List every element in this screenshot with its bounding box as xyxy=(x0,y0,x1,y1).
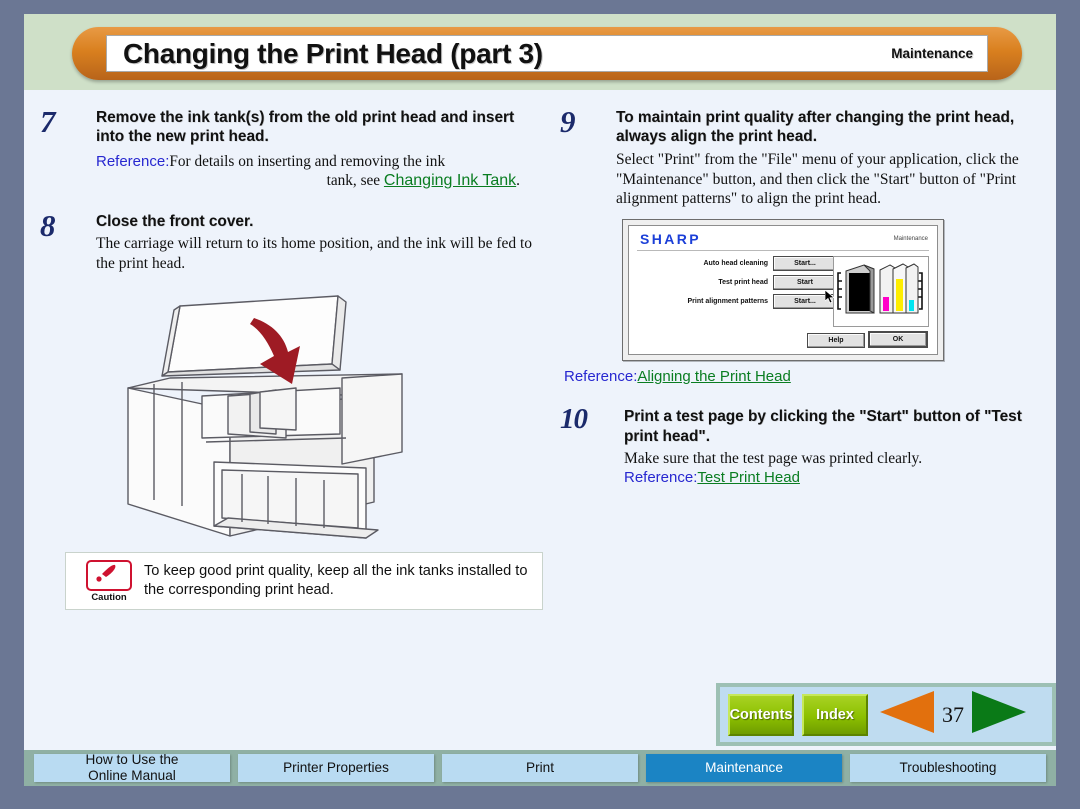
step-10-title: Print a test page by clicking the "Start… xyxy=(624,408,1022,445)
index-button[interactable]: Index xyxy=(802,693,868,736)
title-capsule: Changing the Print Head (part 3) Mainten… xyxy=(72,27,1022,80)
reference-label: Reference: xyxy=(96,152,170,170)
caution-text: To keep good print quality, keep all the… xyxy=(144,562,528,598)
sharp-logo: SHARP xyxy=(640,231,702,248)
dialog-help-button[interactable]: Help xyxy=(807,333,865,349)
right-column: 9 To maintain print quality after changi… xyxy=(560,90,1052,488)
title-banner: Changing the Print Head (part 3) Mainten… xyxy=(106,35,988,72)
mouse-cursor-icon xyxy=(824,289,836,310)
manual-page: Changing the Print Head (part 3) Mainten… xyxy=(24,14,1056,786)
page-number: 37 xyxy=(942,701,964,727)
auto-head-cleaning-label: Auto head cleaning xyxy=(703,260,768,268)
page-title: Changing the Print Head (part 3) xyxy=(123,37,543,69)
tab-label: Maintenance xyxy=(705,759,783,775)
tab-printer-properties[interactable]: Printer Properties xyxy=(238,754,434,782)
step-10: 10 Print a test page by clicking the "St… xyxy=(560,403,1052,486)
step-9-number: 9 xyxy=(560,104,576,139)
dialog-section-label: Maintenance xyxy=(893,236,928,243)
dialog-ok-button[interactable]: OK xyxy=(868,331,928,349)
content-area: 7 Remove the ink tank(s) from the old pr… xyxy=(24,90,1056,650)
step-7-reference: Reference: For details on inserting and … xyxy=(96,152,540,172)
tab-label: Troubleshooting xyxy=(899,759,997,775)
contents-button[interactable]: Contents xyxy=(728,693,794,736)
step-8-description: The carriage will return to its home pos… xyxy=(96,235,533,272)
reference-label-10: Reference: xyxy=(624,468,698,486)
step-9-reference: Reference:Aligning the Print Head xyxy=(564,368,1052,385)
tab-label-line2: Online Manual xyxy=(88,768,176,783)
reference-label-9: Reference: xyxy=(564,368,638,386)
reference-period: . xyxy=(516,171,520,189)
tab-label-line1: How to Use the xyxy=(85,751,179,767)
reference-text-2: tank, see xyxy=(326,171,384,189)
step-9-description: Select "Print" from the "File" menu of y… xyxy=(616,150,1019,208)
step-7-number: 7 xyxy=(40,104,56,139)
navigation-bar: Contents Index 37 xyxy=(716,683,1056,746)
step-7-title: Remove the ink tank(s) from the old prin… xyxy=(96,109,515,146)
dialog-row-auto-head-cleaning: Auto head cleaning Start... xyxy=(637,256,837,272)
header-section-label: Maintenance xyxy=(891,46,973,61)
maintenance-dialog-screenshot: SHARP Maintenance Auto head cleaning Sta… xyxy=(622,219,944,362)
section-tab-bar: How to Use the Online Manual Printer Pro… xyxy=(24,750,1056,786)
left-column: 7 Remove the ink tank(s) from the old pr… xyxy=(40,90,543,610)
step-8-number: 8 xyxy=(40,207,56,243)
step-7-reference-cont: tank, see Changing Ink Tank. xyxy=(96,172,540,190)
test-print-head-label: Test print head xyxy=(718,279,768,287)
link-aligning-the-print-head[interactable]: Aligning the Print Head xyxy=(637,368,790,385)
dialog-inner: SHARP Maintenance Auto head cleaning Sta… xyxy=(628,225,938,356)
step-10-reference: Reference:Test Print Head xyxy=(624,469,1052,486)
printer-illustration xyxy=(110,292,440,542)
contents-button-label: Contents xyxy=(729,706,793,723)
index-button-label: Index xyxy=(816,706,854,723)
link-test-print-head[interactable]: Test Print Head xyxy=(697,469,800,486)
caution-box: Caution To keep good print quality, keep… xyxy=(65,552,543,610)
link-changing-ink-tank[interactable]: Changing Ink Tank xyxy=(384,172,516,189)
reference-text: For details on inserting and removing th… xyxy=(169,152,446,170)
test-print-head-start-button[interactable]: Start xyxy=(773,275,837,291)
step-9: 9 To maintain print quality after changi… xyxy=(560,104,1052,209)
dialog-row-print-alignment-patterns: Print alignment patterns Start... xyxy=(637,294,837,310)
page-header-band: Changing the Print Head (part 3) Mainten… xyxy=(24,14,1056,90)
previous-page-arrow-icon[interactable] xyxy=(878,690,936,739)
next-page-arrow-icon[interactable] xyxy=(970,690,1028,739)
dialog-options: Auto head cleaning Start... Test print h… xyxy=(637,256,837,313)
tab-troubleshooting[interactable]: Troubleshooting xyxy=(850,754,1046,782)
step-7: 7 Remove the ink tank(s) from the old pr… xyxy=(40,104,540,190)
step-10-number: 10 xyxy=(560,403,588,436)
caution-icon: Caution xyxy=(82,559,136,603)
tab-maintenance[interactable]: Maintenance xyxy=(646,754,842,782)
ink-tank-preview xyxy=(833,256,929,328)
caution-label: Caution xyxy=(91,591,127,603)
step-8: 8 Close the front cover. The carriage wi… xyxy=(40,208,540,274)
step-10-description: Make sure that the test page was printed… xyxy=(624,450,923,468)
tab-label: Print xyxy=(526,759,554,775)
dialog-divider xyxy=(637,250,929,252)
step-9-title: To maintain print quality after changing… xyxy=(616,109,1015,146)
step-8-title: Close the front cover. xyxy=(96,212,254,230)
tab-print[interactable]: Print xyxy=(442,754,638,782)
dialog-row-test-print-head: Test print head Start xyxy=(637,275,837,291)
print-alignment-patterns-label: Print alignment patterns xyxy=(687,298,768,306)
caution-badge-icon xyxy=(86,559,132,591)
tab-how-to-use-the-online-manual[interactable]: How to Use the Online Manual xyxy=(34,751,230,783)
auto-head-cleaning-start-button[interactable]: Start... xyxy=(773,256,837,272)
tab-label: Printer Properties xyxy=(283,759,389,775)
